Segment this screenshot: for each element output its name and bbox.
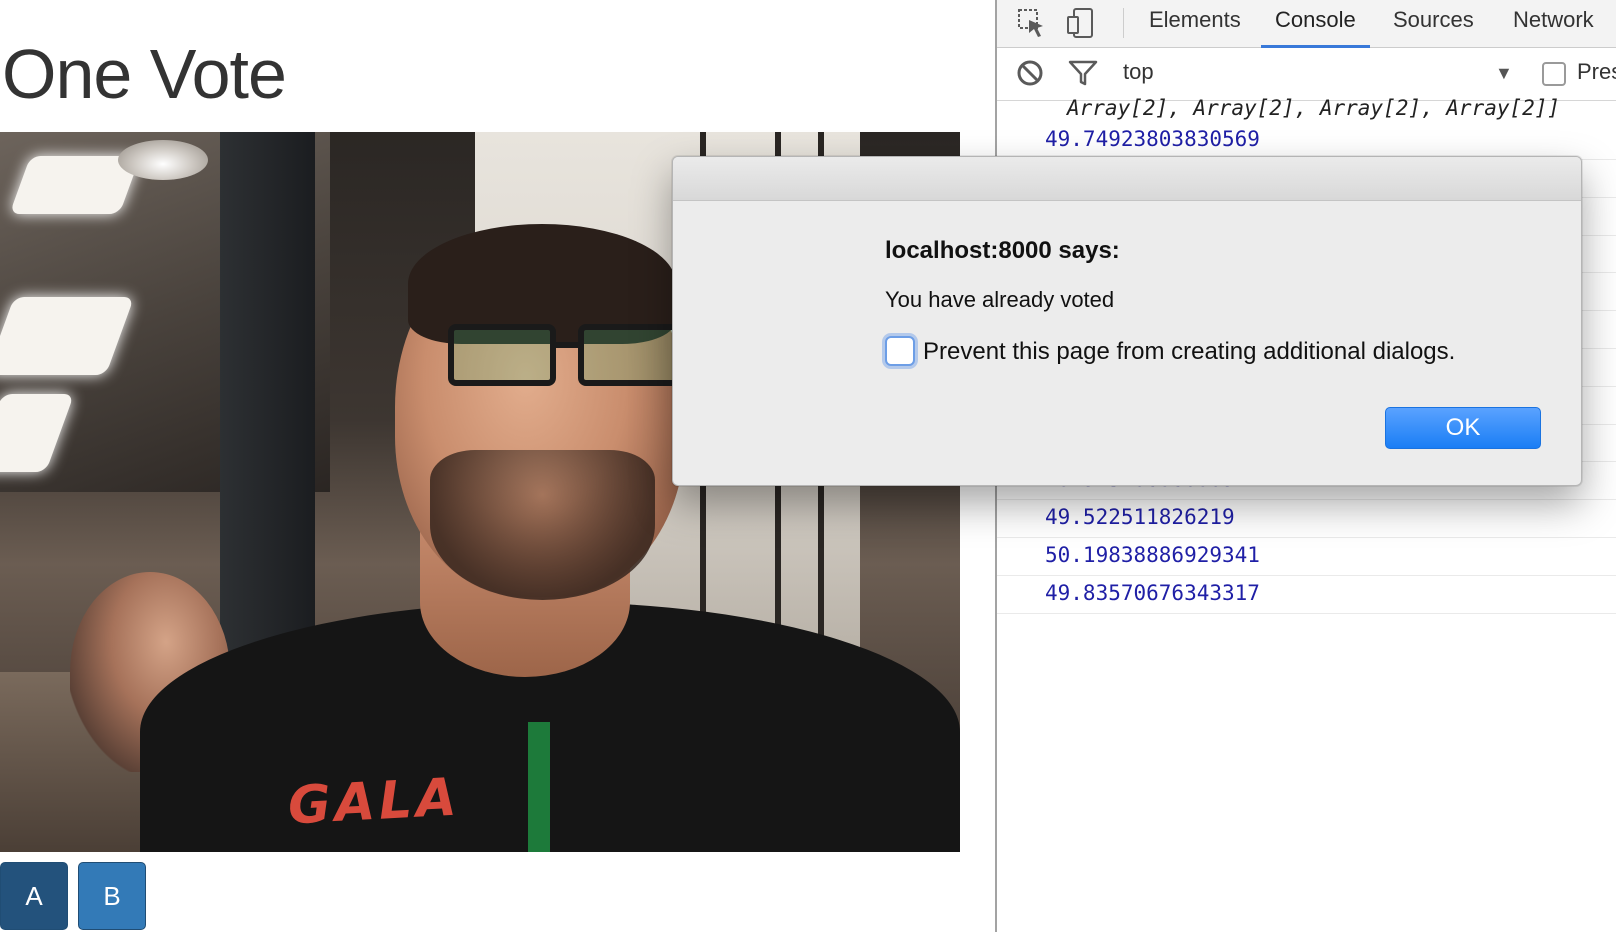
glasses-lens — [448, 324, 556, 386]
preserve-log-label: Preserve log — [1577, 59, 1616, 84]
devtools-toolbar: Elements Console Sources Network — [997, 0, 1616, 48]
person-beard — [430, 450, 655, 600]
clear-console-icon[interactable] — [1015, 58, 1049, 92]
ok-button[interactable]: OK — [1385, 407, 1541, 449]
console-log-row: 50.19838886929341 — [997, 538, 1616, 576]
prevent-dialogs-checkbox[interactable] — [885, 336, 915, 366]
console-log-value: 49.522511826219 — [1045, 505, 1235, 529]
console-array-line: Array[2], Array[2], Array[2], Array[2]] — [1067, 96, 1561, 120]
filter-icon[interactable] — [1067, 58, 1101, 92]
console-log-row: 49.522511826219 — [997, 500, 1616, 538]
console-log-row: 49.74923803830569 — [997, 122, 1616, 160]
toolbar-divider — [1123, 8, 1124, 38]
inspect-element-icon[interactable] — [1015, 6, 1049, 40]
console-log-value: 49.74923803830569 — [1045, 127, 1260, 151]
glasses-lens — [578, 324, 686, 386]
shirt-print: GALA — [286, 767, 462, 837]
console-log-value: 49.83570676343317 — [1045, 580, 1260, 605]
tab-sources[interactable]: Sources — [1379, 0, 1488, 48]
execution-context-selector[interactable]: top — [1123, 59, 1154, 85]
vote-a-button[interactable]: A — [0, 862, 68, 930]
dropdown-arrow-icon[interactable]: ▼ — [1495, 63, 1513, 84]
dialog-titlebar — [673, 157, 1581, 201]
tab-console[interactable]: Console — [1261, 0, 1370, 48]
device-toolbar-icon[interactable] — [1065, 6, 1099, 40]
tab-elements[interactable]: Elements — [1135, 0, 1255, 48]
glasses — [430, 324, 686, 386]
prevent-dialogs-label[interactable]: Prevent this page from creating addition… — [923, 338, 1455, 366]
tab-network[interactable]: Network — [1499, 0, 1608, 48]
page-title: One Vote — [2, 35, 287, 113]
dialog-message: You have already voted — [885, 287, 1115, 312]
console-filter-bar: top ▼ Preserve log — [997, 49, 1616, 101]
pendant-light — [118, 140, 208, 180]
dialog-title: localhost:8000 says: — [885, 237, 1120, 264]
console-log-value: 50.19838886929341 — [1045, 542, 1260, 567]
console-log-row: 49.83570676343317 — [997, 576, 1616, 614]
alert-dialog: localhost:8000 says: You have already vo… — [672, 156, 1582, 486]
lanyard — [528, 722, 550, 852]
vote-b-button[interactable]: B — [78, 862, 146, 930]
preserve-log-checkbox[interactable] — [1542, 62, 1566, 86]
